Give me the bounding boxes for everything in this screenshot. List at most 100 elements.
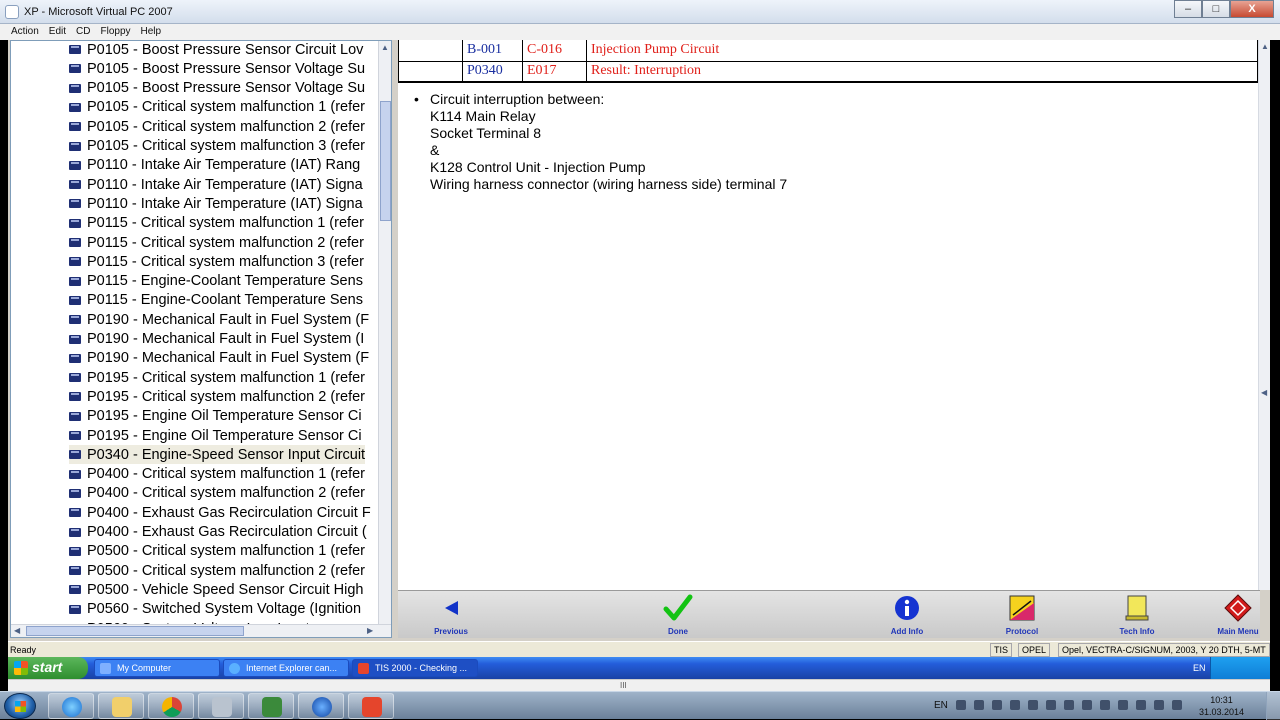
done-button[interactable]: Done	[633, 591, 723, 639]
tree-item[interactable]: P0115 - Engine-Coolant Temperature Sens	[69, 272, 363, 291]
scroll-marker-icon[interactable]: ◀	[1261, 388, 1267, 397]
tray-icon[interactable]	[1045, 700, 1056, 710]
tree-item[interactable]: P0340 - Engine-Speed Sensor Input Circui…	[69, 445, 366, 465]
tray-icon[interactable]	[991, 700, 1002, 710]
clock[interactable]: 10:31 31.03.2014	[1199, 694, 1244, 718]
protocol-button[interactable]: Protocol	[977, 591, 1067, 639]
tree-item-label: P0500 - Critical system malfunction 1 (r…	[87, 543, 366, 560]
tree-item[interactable]: P0115 - Critical system malfunction 3 (r…	[69, 252, 364, 271]
tree-item[interactable]: P0105 - Critical system malfunction 1 (r…	[69, 98, 365, 117]
task-tis-2000[interactable]: TIS 2000 - Checking ...	[352, 659, 478, 677]
main-menu-button[interactable]: Main Menu	[1193, 591, 1280, 639]
menu-cd[interactable]: CD	[76, 26, 90, 40]
host-window-title: XP - Microsoft Virtual PC 2007	[24, 6, 173, 18]
tree-item[interactable]: P0400 - Critical system malfunction 2 (r…	[69, 484, 365, 503]
tree-item-label: P0190 - Mechanical Fault in Fuel System …	[87, 311, 370, 328]
tree-item[interactable]: P0400 - Exhaust Gas Recirculation Circui…	[69, 523, 367, 542]
tree-item[interactable]: P0110 - Intake Air Temperature (IAT) Ran…	[69, 156, 360, 175]
pinned-tis[interactable]	[348, 693, 394, 719]
guest-taskbar: start My Computer Internet Explorer can.…	[8, 657, 1270, 679]
tree-item[interactable]: P0105 - Boost Pressure Sensor Voltage Su	[69, 79, 365, 98]
tree-item[interactable]: P0115 - Engine-Coolant Temperature Sens	[69, 291, 363, 310]
language-indicator[interactable]: EN	[1193, 663, 1206, 673]
description-line: K128 Control Unit - Injection Pump	[430, 159, 646, 175]
minimize-button[interactable]: –	[1174, 0, 1202, 18]
scroll-left-icon[interactable]: ◀	[14, 626, 20, 635]
previous-button[interactable]: Previous	[406, 591, 496, 639]
tray-icon[interactable]	[955, 700, 966, 710]
tree-item[interactable]: P0105 - Critical system malfunction 3 (r…	[69, 137, 365, 156]
tray-icon[interactable]	[1135, 700, 1146, 710]
start-label: start	[32, 659, 63, 675]
host-language-indicator[interactable]: EN	[934, 700, 948, 711]
show-desktop-button[interactable]	[1266, 692, 1280, 720]
add-info-button[interactable]: Add Info	[862, 591, 952, 639]
task-my-computer[interactable]: My Computer	[94, 659, 220, 677]
tray-icon[interactable]	[1153, 700, 1164, 710]
tree-item[interactable]: P0500 - Vehicle Speed Sensor Circuit Hig…	[69, 580, 363, 599]
tech-info-button[interactable]: Tech Info	[1092, 591, 1182, 639]
pinned-chrome[interactable]	[148, 693, 194, 719]
tree-item[interactable]: P0115 - Critical system malfunction 2 (r…	[69, 233, 364, 252]
menu-help[interactable]: Help	[141, 26, 162, 40]
tree-item[interactable]: P0105 - Critical system malfunction 2 (r…	[69, 117, 365, 136]
tray-icon[interactable]	[1117, 700, 1128, 710]
tree-item[interactable]: P0400 - Critical system malfunction 1 (r…	[69, 465, 365, 484]
tis-toolbar: Previous Done Add Info Protocol Tech Inf…	[398, 590, 1260, 638]
book-icon	[69, 238, 81, 247]
tree-item[interactable]: P0195 - Engine Oil Temperature Sensor Ci	[69, 407, 362, 426]
tree-item[interactable]: P0110 - Intake Air Temperature (IAT) Sig…	[69, 194, 363, 213]
chrome-icon	[162, 697, 182, 717]
tree-item[interactable]: P0400 - Exhaust Gas Recirculation Circui…	[69, 503, 371, 522]
tree-item[interactable]: P0500 - Critical system malfunction 2 (r…	[69, 561, 365, 580]
tree-item-label: P0400 - Exhaust Gas Recirculation Circui…	[87, 524, 367, 540]
maximize-button[interactable]: □	[1202, 0, 1230, 18]
tree-item[interactable]: P0105 - Boost Pressure Sensor Voltage Su	[69, 59, 365, 78]
menu-floppy[interactable]: Floppy	[100, 26, 130, 40]
tray-icon[interactable]	[1171, 700, 1182, 710]
tray-icon[interactable]	[1063, 700, 1074, 710]
book-icon	[69, 373, 81, 383]
tree-item[interactable]: P0110 - Intake Air Temperature (IAT) Sig…	[69, 175, 363, 194]
tray-icon[interactable]	[1099, 700, 1110, 710]
book-icon	[69, 199, 81, 209]
task-internet-explorer[interactable]: Internet Explorer can...	[223, 659, 349, 677]
start-button[interactable]: start	[8, 657, 88, 679]
tree-horizontal-scrollbar[interactable]: ◀ ▶	[11, 624, 391, 637]
tree-item[interactable]: P0190 - Mechanical Fault in Fuel System …	[69, 349, 369, 368]
menu-edit[interactable]: Edit	[49, 26, 66, 40]
tray-icon[interactable]	[1081, 700, 1092, 710]
internet-explorer-icon	[62, 697, 82, 717]
close-button[interactable]: X	[1230, 0, 1274, 18]
tree-vertical-scrollbar[interactable]: ▲	[378, 41, 391, 626]
tree-item-label: P0400 - Critical system malfunction 2 (r…	[87, 485, 366, 502]
tree-item[interactable]: P0190 - Mechanical Fault in Fuel System …	[69, 330, 364, 349]
tree-horizontal-scroll-thumb[interactable]	[26, 626, 244, 636]
tree-item[interactable]: P0195 - Critical system malfunction 1 (r…	[69, 368, 365, 387]
tree-item[interactable]: P0500 - Critical system malfunction 1 (r…	[69, 542, 365, 561]
windows-start-orb[interactable]	[4, 693, 36, 719]
tree-item[interactable]: P0115 - Critical system malfunction 1 (r…	[69, 214, 364, 233]
tree-item[interactable]: P0105 - Boost Pressure Sensor Circuit Lo…	[69, 41, 363, 59]
tray-icon[interactable]	[1027, 700, 1038, 710]
tray-icon[interactable]	[973, 700, 984, 710]
content-vertical-scrollbar[interactable]: ▲ ◀	[1258, 40, 1270, 590]
scroll-right-icon[interactable]: ▶	[367, 626, 373, 635]
tray-icon[interactable]	[1009, 700, 1020, 710]
window-resize-grip[interactable]: III	[8, 679, 1270, 691]
scroll-up-icon[interactable]: ▲	[1261, 42, 1269, 51]
tree-item[interactable]: P0195 - Engine Oil Temperature Sensor Ci	[69, 426, 362, 445]
pinned-internet-explorer[interactable]	[48, 693, 94, 719]
pinned-explorer[interactable]	[98, 693, 144, 719]
tree-item[interactable]: P0560 - Switched System Voltage (Ignitio…	[69, 600, 361, 619]
bullet: •	[414, 91, 419, 107]
pinned-speed[interactable]	[298, 693, 344, 719]
tree-item[interactable]: P0190 - Mechanical Fault in Fuel System …	[69, 310, 369, 329]
scroll-up-icon[interactable]: ▲	[381, 43, 389, 52]
pinned-app[interactable]	[248, 693, 294, 719]
menu-action[interactable]: Action	[11, 26, 39, 40]
pinned-virtual-pc[interactable]	[198, 693, 244, 719]
tree-vertical-scroll-thumb[interactable]	[380, 101, 391, 221]
tis-icon	[362, 697, 382, 717]
tree-item[interactable]: P0195 - Critical system malfunction 2 (r…	[69, 387, 365, 406]
